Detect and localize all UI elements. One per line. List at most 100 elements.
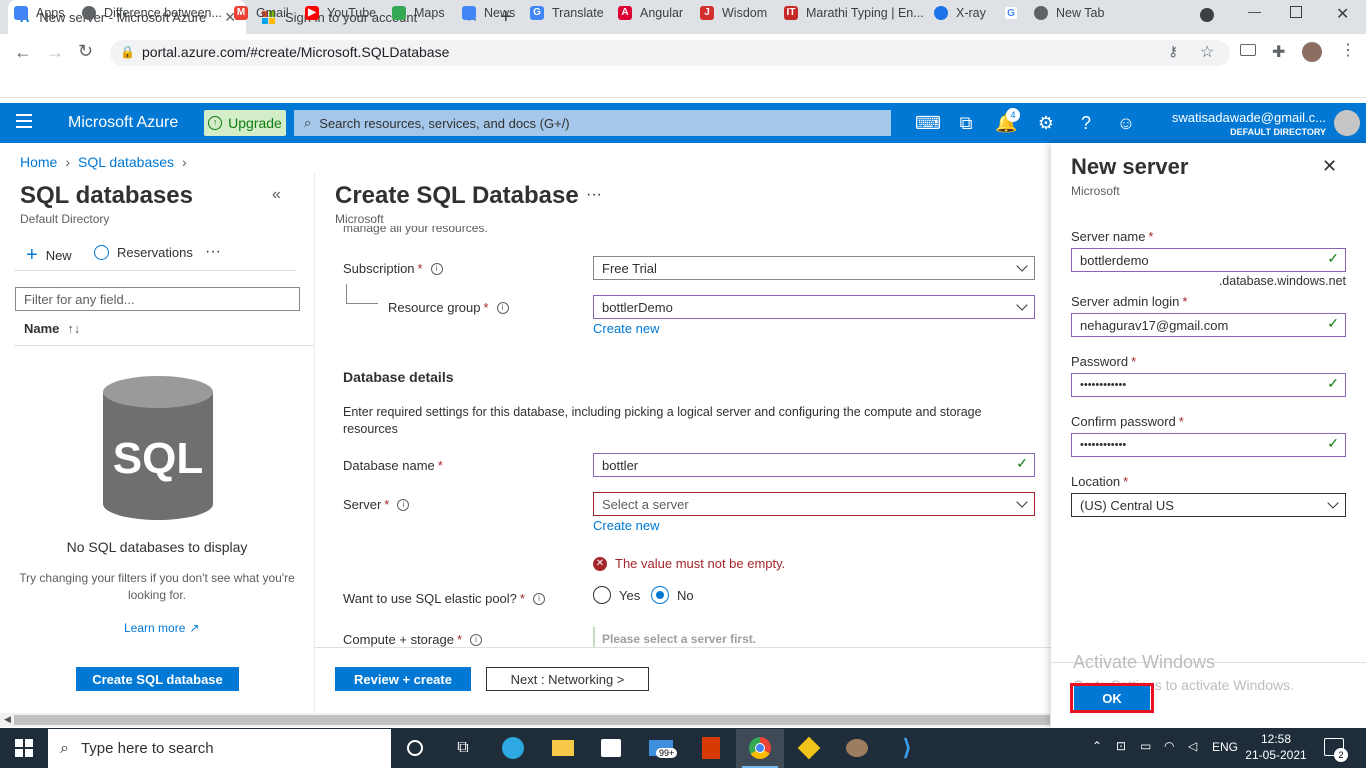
server-name-input[interactable]: bottlerdemo ✓ bbox=[1071, 248, 1346, 272]
wifi-icon[interactable]: ◠ bbox=[1164, 739, 1174, 753]
windows-start-icon[interactable] bbox=[15, 739, 33, 757]
server-select[interactable]: Select a server bbox=[593, 492, 1035, 516]
bookmark-gmail[interactable]: M Gmail bbox=[234, 6, 289, 20]
create-sql-database-button[interactable]: Create SQL database bbox=[76, 667, 239, 691]
filter-input[interactable]: Filter for any field... bbox=[15, 287, 300, 311]
battery-icon[interactable]: ▭ bbox=[1140, 739, 1151, 753]
tab-search-icon[interactable] bbox=[1200, 8, 1214, 22]
azure-brand[interactable]: Microsoft Azure bbox=[68, 114, 178, 132]
menu-kebab-icon[interactable]: ⋮ bbox=[1340, 40, 1356, 60]
breadcrumb-sql-databases[interactable]: SQL databases bbox=[78, 154, 174, 170]
scroll-left-icon[interactable]: ◀ bbox=[4, 714, 11, 725]
bookmark-marathi[interactable]: IT Marathi Typing | En... bbox=[784, 6, 924, 20]
breadcrumb-home[interactable]: Home bbox=[20, 154, 57, 170]
feedback-smiley-icon[interactable]: ☺ bbox=[1115, 112, 1137, 134]
bookmark-difference[interactable]: Difference between... bbox=[82, 6, 222, 20]
reservations-button[interactable]: Reservations bbox=[94, 245, 193, 260]
ok-button[interactable]: OK bbox=[1074, 686, 1150, 710]
create-new-rg-link[interactable]: Create new bbox=[593, 321, 659, 336]
camera-icon[interactable] bbox=[1240, 44, 1256, 56]
minimize-icon[interactable]: — bbox=[1248, 4, 1261, 19]
back-icon[interactable]: ← bbox=[14, 42, 32, 63]
store-icon[interactable] bbox=[596, 733, 626, 763]
settings-gear-icon[interactable]: ⚙ bbox=[1035, 112, 1057, 134]
review-create-button[interactable]: Review + create bbox=[335, 667, 471, 691]
bookmark-newtab[interactable]: New Tab bbox=[1034, 6, 1104, 20]
admin-login-input[interactable]: nehagurav17@gmail.com ✓ bbox=[1071, 313, 1346, 337]
subscription-select[interactable]: Free Trial bbox=[593, 256, 1035, 280]
file-explorer-icon[interactable] bbox=[548, 733, 578, 763]
profile-avatar[interactable] bbox=[1302, 42, 1322, 62]
elastic-pool-no[interactable]: No bbox=[651, 586, 694, 604]
device-icon[interactable]: ⊡ bbox=[1116, 739, 1126, 753]
url-text[interactable]: portal.azure.com/#create/Microsoft.SQLDa… bbox=[142, 44, 449, 60]
restore-icon[interactable] bbox=[1290, 6, 1302, 18]
collapse-icon[interactable]: « bbox=[272, 186, 281, 204]
paint-icon[interactable] bbox=[842, 733, 872, 763]
location-select[interactable]: (US) Central US bbox=[1071, 493, 1346, 517]
lock-icon[interactable]: 🔒 bbox=[120, 45, 135, 59]
info-icon[interactable]: i bbox=[532, 592, 545, 605]
extensions-icon[interactable]: ✚ bbox=[1272, 42, 1285, 62]
radio-no[interactable] bbox=[651, 586, 669, 604]
window-close-icon[interactable]: ✕ bbox=[1336, 4, 1349, 24]
hamburger-menu-icon[interactable] bbox=[16, 114, 32, 128]
clock-date[interactable]: 21-05-2021 bbox=[1244, 748, 1308, 762]
language-indicator[interactable]: ENG bbox=[1212, 740, 1238, 754]
bookmark-google[interactable]: G bbox=[1004, 6, 1026, 20]
database-name-input[interactable]: bottler ✓ bbox=[593, 453, 1035, 477]
bookmark-youtube[interactable]: ▶ YouTube bbox=[305, 6, 376, 20]
learn-more-link[interactable]: Learn more ↗ bbox=[124, 621, 199, 635]
account-email[interactable]: swatisadawade@gmail.c... bbox=[1150, 110, 1326, 125]
info-icon[interactable]: i bbox=[496, 301, 509, 314]
git-icon[interactable] bbox=[794, 733, 824, 763]
bookmark-translate[interactable]: G Translate bbox=[530, 6, 604, 20]
radio-yes[interactable] bbox=[593, 586, 611, 604]
bookmark-wisdom[interactable]: J Wisdom bbox=[700, 6, 767, 20]
resource-group-select[interactable]: bottlerDemo bbox=[593, 295, 1035, 319]
bookmark-xray[interactable]: X-ray bbox=[934, 6, 986, 20]
more-options-icon[interactable]: ··· bbox=[586, 186, 602, 204]
tray-chevron-icon[interactable]: ⌃ bbox=[1092, 739, 1102, 753]
close-icon[interactable]: ✕ bbox=[1322, 156, 1337, 177]
taskbar-search-input[interactable]: ⌕ Type here to search bbox=[48, 729, 391, 768]
key-icon[interactable]: ⚷ bbox=[1168, 43, 1178, 60]
account-directory[interactable]: DEFAULT DIRECTORY bbox=[1150, 127, 1326, 137]
upgrade-button[interactable]: ↑ Upgrade bbox=[204, 110, 286, 136]
checkmark-icon: ✓ bbox=[1327, 315, 1339, 331]
clock-time[interactable]: 12:58 bbox=[1248, 732, 1304, 746]
password-input[interactable]: •••••••••••• ✓ bbox=[1071, 373, 1346, 397]
avatar[interactable] bbox=[1334, 110, 1360, 136]
forward-icon[interactable]: → bbox=[46, 42, 64, 63]
reload-icon[interactable]: ↻ bbox=[78, 41, 93, 62]
bookmark-news[interactable]: News bbox=[462, 6, 515, 20]
chrome-icon[interactable] bbox=[745, 733, 775, 763]
help-icon[interactable]: ? bbox=[1075, 112, 1097, 134]
more-options-icon[interactable]: ··· bbox=[205, 243, 221, 261]
create-new-server-link[interactable]: Create new bbox=[593, 518, 659, 533]
confirm-password-input[interactable]: •••••••••••• ✓ bbox=[1071, 433, 1346, 457]
bookmark-angular[interactable]: A Angular bbox=[618, 6, 683, 20]
cortana-icon[interactable] bbox=[400, 733, 430, 763]
next-networking-button[interactable]: Next : Networking > bbox=[486, 667, 649, 691]
bookmark-maps[interactable]: Maps bbox=[392, 6, 445, 20]
task-view-icon[interactable]: ⧉ bbox=[448, 733, 478, 763]
star-icon[interactable]: ☆ bbox=[1200, 42, 1214, 62]
edge-icon[interactable] bbox=[498, 733, 528, 763]
volume-icon[interactable]: ◁ bbox=[1188, 739, 1197, 753]
bookmark-apps[interactable]: Apps bbox=[14, 6, 65, 20]
scrollbar-thumb[interactable] bbox=[14, 715, 1050, 725]
elastic-pool-yes[interactable]: Yes bbox=[593, 586, 640, 604]
new-button[interactable]: + New bbox=[26, 244, 72, 267]
info-icon[interactable]: i bbox=[430, 262, 443, 275]
cloud-shell-icon[interactable]: ⌨ bbox=[915, 112, 941, 134]
info-icon[interactable]: i bbox=[470, 633, 482, 646]
azure-search-input[interactable]: ⌕ Search resources, services, and docs (… bbox=[294, 110, 891, 136]
vscode-icon[interactable]: ⟩ bbox=[892, 733, 922, 763]
name-column-header[interactable]: Name ↑↓ bbox=[24, 321, 80, 336]
office-icon[interactable] bbox=[696, 733, 726, 763]
info-icon[interactable]: i bbox=[397, 498, 410, 511]
notification-count-badge: 4 bbox=[1006, 108, 1020, 122]
directory-filter-icon[interactable]: ⧉ bbox=[955, 112, 977, 134]
database-name-label: Database name * bbox=[343, 458, 443, 473]
